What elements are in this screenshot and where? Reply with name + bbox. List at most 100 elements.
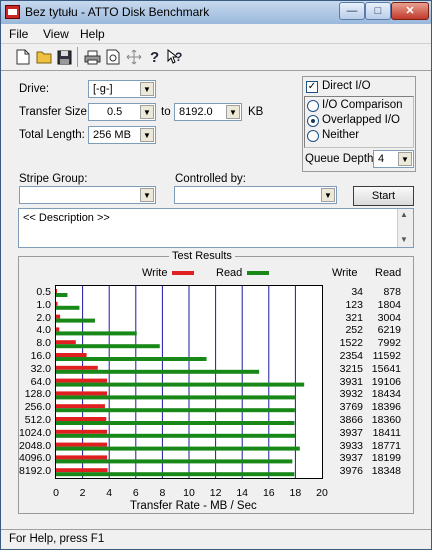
x-tick-label: 0 <box>53 487 59 499</box>
close-button[interactable]: ✕ <box>391 2 429 20</box>
queue-depth-label: Queue Depth: <box>305 153 377 165</box>
maximize-button[interactable]: □ <box>365 2 391 20</box>
total-length-value: 256 MB <box>93 129 131 141</box>
write-value: 123 <box>345 298 363 311</box>
kb-label: KB <box>248 106 264 118</box>
controlled-by-select[interactable]: ▼ <box>174 186 337 204</box>
controlled-by-label: Controlled by: <box>175 173 246 185</box>
write-value: 3932 <box>339 388 363 401</box>
chevron-down-icon: ▼ <box>140 128 154 142</box>
write-bar <box>56 404 105 409</box>
read-value: 18411 <box>372 426 401 439</box>
menu-help[interactable]: Help <box>80 27 105 41</box>
svg-text:?: ? <box>150 49 159 65</box>
read-bar <box>56 305 80 310</box>
app-icon <box>5 5 20 19</box>
transfer-size-from-select[interactable]: 0.5 ▼ <box>88 103 156 121</box>
menu-file[interactable]: File <box>9 27 28 41</box>
direct-io-checkbox[interactable]: ✓ <box>306 81 318 93</box>
x-tick-label: 2 <box>79 487 86 499</box>
scroll-down-icon[interactable]: ▼ <box>400 235 408 244</box>
print-preview-icon[interactable] <box>103 47 123 67</box>
write-value: 252 <box>345 324 363 337</box>
write-value: 3933 <box>339 439 363 452</box>
category-label: 16.0 <box>30 350 51 362</box>
start-button[interactable]: Start <box>353 186 414 206</box>
write-column-header: Write <box>332 267 358 279</box>
read-bar <box>56 408 295 413</box>
write-value: 1522 <box>339 337 363 350</box>
to-label: to <box>161 106 171 118</box>
category-label: 1024.0 <box>19 426 52 439</box>
read-bar <box>56 344 160 349</box>
x-tick-label: 14 <box>236 487 249 499</box>
write-value: 3866 <box>339 414 363 426</box>
category-label: 8.0 <box>36 337 51 350</box>
x-tick-label: 4 <box>106 487 113 499</box>
minimize-button[interactable]: — <box>339 2 365 20</box>
write-value: 3937 <box>339 426 363 439</box>
description-scrollbar[interactable]: ▲ ▼ <box>397 209 413 247</box>
read-value: 11592 <box>372 350 401 362</box>
category-label: 2048.0 <box>19 439 52 452</box>
new-icon[interactable] <box>13 47 33 67</box>
x-tick-label: 20 <box>316 487 328 499</box>
read-value: 878 <box>383 286 401 298</box>
read-bar <box>56 293 68 297</box>
write-value: 2354 <box>339 350 363 362</box>
io-comparison-label: I/O Comparison <box>322 99 403 111</box>
description-field[interactable]: << Description >> ▲ ▼ <box>18 208 414 248</box>
drive-select[interactable]: [-g-] ▼ <box>88 80 156 98</box>
write-value: 3769 <box>339 401 363 414</box>
read-column-header: Read <box>375 267 402 279</box>
read-bar <box>56 382 305 387</box>
category-label: 0.5 <box>36 286 51 298</box>
queue-depth-select[interactable]: 4 ▼ <box>373 150 414 168</box>
print-icon[interactable] <box>82 47 102 67</box>
read-bar <box>56 433 296 438</box>
context-help-icon[interactable]: ? <box>165 47 185 67</box>
category-label: 4.0 <box>36 324 51 337</box>
toolbar: ? ? <box>1 43 431 71</box>
io-comparison-radio[interactable] <box>307 100 319 112</box>
x-tick-label: 10 <box>183 487 195 499</box>
drive-value: [-g-] <box>93 83 113 95</box>
category-label: 2.0 <box>36 311 51 324</box>
queue-depth-value: 4 <box>378 153 385 165</box>
category-label: 64.0 <box>30 375 51 388</box>
write-bar <box>56 442 108 447</box>
app-window: Bez tytułu - ATTO Disk Benchmark — □ ✕ F… <box>0 0 432 550</box>
neither-label: Neither <box>322 129 360 141</box>
stripe-group-select[interactable]: ▼ <box>19 186 156 204</box>
transfer-size-to-select[interactable]: 8192.0 ▼ <box>174 103 242 121</box>
write-bar <box>56 391 108 396</box>
scroll-up-icon[interactable]: ▲ <box>400 210 408 219</box>
x-tick-label: 12 <box>209 487 222 499</box>
read-value: 19106 <box>371 375 401 388</box>
x-tick-label: 18 <box>289 487 302 499</box>
menu-view[interactable]: View <box>43 27 69 41</box>
neither-radio[interactable] <box>307 130 319 142</box>
help-icon[interactable]: ? <box>145 47 165 67</box>
legend-read-swatch <box>247 271 269 275</box>
write-value: 321 <box>345 311 363 324</box>
move-icon[interactable] <box>124 47 144 67</box>
category-label: 1.0 <box>36 298 51 311</box>
category-label: 8192.0 <box>19 465 52 478</box>
write-bar <box>56 455 108 460</box>
chevron-down-icon: ▼ <box>321 188 335 202</box>
read-value: 18348 <box>371 465 401 478</box>
overlapped-io-radio[interactable] <box>307 115 319 127</box>
write-bar <box>56 314 61 319</box>
transfer-from-value: 0.5 <box>107 106 123 118</box>
status-text: For Help, press F1 <box>9 533 105 545</box>
title-bar[interactable]: Bez tytułu - ATTO Disk Benchmark — □ ✕ <box>1 1 431 24</box>
write-bar <box>56 417 107 421</box>
save-icon[interactable] <box>54 47 74 67</box>
total-length-select[interactable]: 256 MB ▼ <box>88 126 156 144</box>
read-bar <box>56 472 295 477</box>
write-value: 34 <box>351 286 363 298</box>
read-value: 18360 <box>371 414 401 426</box>
open-icon[interactable] <box>34 47 54 67</box>
read-value: 18434 <box>371 388 401 401</box>
